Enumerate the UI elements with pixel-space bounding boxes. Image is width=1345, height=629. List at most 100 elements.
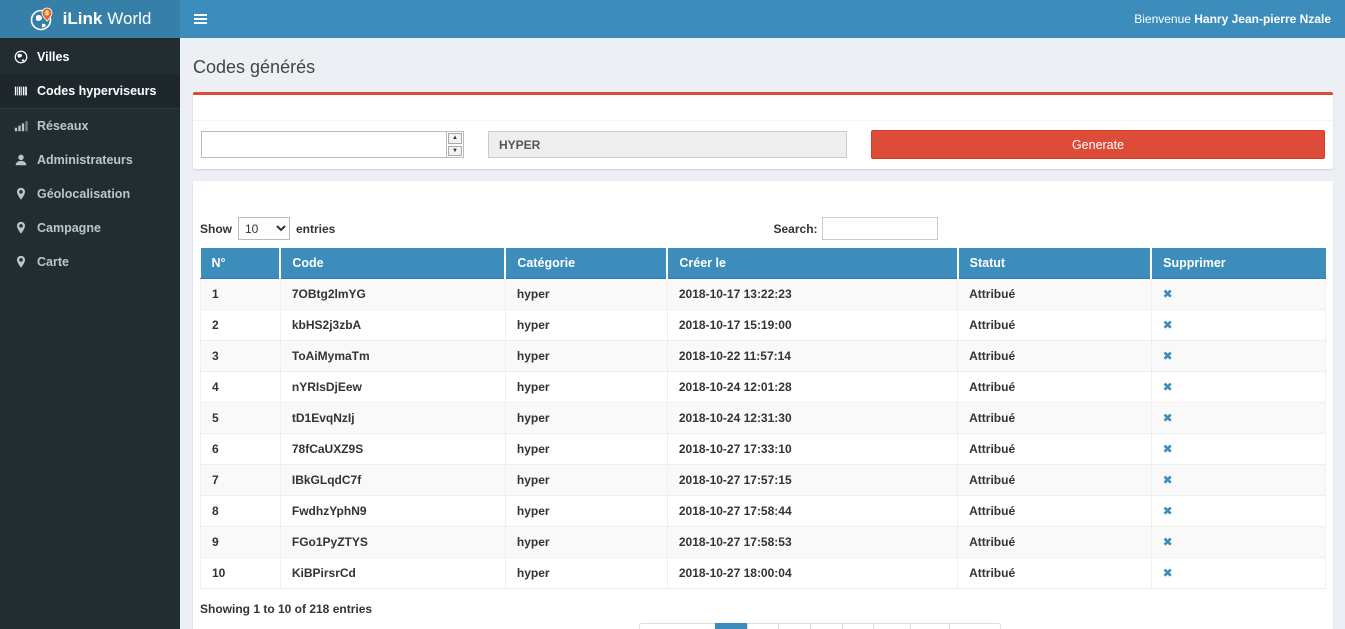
cell-statut: Attribué (958, 496, 1152, 527)
showing-entries-info: Showing 1 to 10 of 218 entries (200, 602, 1326, 616)
globe-icon (14, 50, 28, 64)
welcome-prefix: Bienvenue (1134, 12, 1194, 26)
delete-icon[interactable]: ✖ (1163, 473, 1173, 487)
cell-creer-le: 2018-10-27 17:33:10 (667, 434, 957, 465)
cell-code: 78fCaUXZ9S (280, 434, 505, 465)
column-header-categorie[interactable]: Catégorie (505, 248, 667, 279)
delete-icon[interactable]: ✖ (1163, 504, 1173, 518)
pagination-next-button[interactable]: Next (949, 623, 1001, 629)
delete-icon[interactable]: ✖ (1163, 566, 1173, 580)
cell-creer-le: 2018-10-17 13:22:23 (667, 279, 957, 310)
cell-creer-le: 2018-10-24 12:31:30 (667, 403, 957, 434)
quantity-input[interactable] (202, 132, 446, 157)
sidebar-item-administrateurs[interactable]: Administrateurs (0, 143, 180, 177)
sidebar-item-label: Réseaux (37, 119, 88, 133)
cell-categorie: hyper (505, 403, 667, 434)
cell-creer-le: 2018-10-17 15:19:00 (667, 310, 957, 341)
cell-categorie: hyper (505, 558, 667, 589)
quantity-number-field: ▲ ▼ (201, 131, 464, 158)
cell-statut: Attribué (958, 310, 1152, 341)
column-header-creer-le[interactable]: Créer le (667, 248, 957, 279)
cell-numero: 7 (201, 465, 281, 496)
welcome-message: Bienvenue Hanry Jean-pierre Nzale (1134, 12, 1331, 26)
sidebar: Villes Codes hyperviseurs Réseaux Admini… (0, 38, 180, 629)
column-header-code[interactable]: Code (280, 248, 505, 279)
pagination-page-3[interactable]: 3 (778, 623, 811, 629)
cell-numero: 6 (201, 434, 281, 465)
sidebar-item-label: Villes (37, 50, 69, 64)
page-title: Codes générés (193, 57, 1333, 78)
table-row: 4 nYRIsDjEew hyper 2018-10-24 12:01:28 A… (201, 372, 1326, 403)
pagination-page-5[interactable]: 5 (842, 623, 875, 629)
table-row: 10 KiBPirsrCd hyper 2018-10-27 18:00:04 … (201, 558, 1326, 589)
sidebar-item-villes[interactable]: Villes (0, 40, 180, 74)
cell-creer-le: 2018-10-27 17:57:15 (667, 465, 957, 496)
cell-statut: Attribué (958, 403, 1152, 434)
column-header-statut[interactable]: Statut (958, 248, 1152, 279)
cell-creer-le: 2018-10-27 17:58:44 (667, 496, 957, 527)
map-marker-icon (14, 255, 28, 269)
cell-statut: Attribué (958, 372, 1152, 403)
sidebar-item-geolocalisation[interactable]: Géolocalisation (0, 177, 180, 211)
cell-numero: 8 (201, 496, 281, 527)
cell-creer-le: 2018-10-22 11:57:14 (667, 341, 957, 372)
search-label: Search: (774, 222, 818, 236)
sidebar-toggle-hamburger-icon[interactable] (194, 14, 207, 24)
cell-creer-le: 2018-10-27 17:58:53 (667, 527, 957, 558)
spinner-up-icon[interactable]: ▲ (448, 133, 462, 144)
generate-button[interactable]: Generate (871, 130, 1325, 159)
navbar: Bienvenue Hanry Jean-pierre Nzale (180, 0, 1345, 38)
column-header-numero[interactable]: N° (201, 248, 281, 279)
pagination: Previous 1 2 3 4 5 … 22 Next (257, 623, 1345, 629)
page-length-select[interactable]: 10 (238, 217, 290, 240)
cell-categorie: hyper (505, 372, 667, 403)
pagination-page-2[interactable]: 2 (747, 623, 780, 629)
delete-icon[interactable]: ✖ (1163, 380, 1173, 394)
cell-statut: Attribué (958, 558, 1152, 589)
brand-logo[interactable]: $ iLinkWorld (0, 0, 180, 38)
cell-code: ToAiMymaTm (280, 341, 505, 372)
cell-code: 7OBtg2lmYG (280, 279, 505, 310)
spinner-down-icon[interactable]: ▼ (448, 146, 462, 157)
sidebar-item-label: Campagne (37, 221, 101, 235)
delete-icon[interactable]: ✖ (1163, 442, 1173, 456)
sidebar-item-reseaux[interactable]: Réseaux (0, 109, 180, 143)
cell-code: tD1EvqNzIj (280, 403, 505, 434)
sidebar-item-label: Carte (37, 255, 69, 269)
cell-categorie: hyper (505, 310, 667, 341)
sidebar-item-carte[interactable]: Carte (0, 245, 180, 279)
pagination-page-22[interactable]: 22 (910, 623, 949, 629)
cell-statut: Attribué (958, 527, 1152, 558)
search-input[interactable] (822, 217, 938, 240)
ilink-globe-pin-logo-icon: $ (29, 6, 55, 32)
cell-categorie: hyper (505, 527, 667, 558)
cell-numero: 4 (201, 372, 281, 403)
brand-name-bold: iLink (63, 9, 103, 28)
code-generator-card: ▲ ▼ Generate (193, 92, 1333, 169)
pagination-page-1[interactable]: 1 (715, 623, 748, 629)
table-row: 1 7OBtg2lmYG hyper 2018-10-17 13:22:23 A… (201, 279, 1326, 310)
cell-numero: 3 (201, 341, 281, 372)
table-row: 8 FwdhzYphN9 hyper 2018-10-27 17:58:44 A… (201, 496, 1326, 527)
delete-icon[interactable]: ✖ (1163, 287, 1173, 301)
column-header-supprimer[interactable]: Supprimer (1151, 248, 1325, 279)
category-field[interactable] (488, 131, 847, 158)
cell-statut: Attribué (958, 465, 1152, 496)
table-row: 7 IBkGLqdC7f hyper 2018-10-27 17:57:15 A… (201, 465, 1326, 496)
pagination-previous-button[interactable]: Previous (639, 623, 716, 629)
sidebar-item-label: Administrateurs (37, 153, 133, 167)
cell-code: FGo1PyZTYS (280, 527, 505, 558)
delete-icon[interactable]: ✖ (1163, 318, 1173, 332)
cell-numero: 1 (201, 279, 281, 310)
cell-numero: 9 (201, 527, 281, 558)
cell-categorie: hyper (505, 496, 667, 527)
sidebar-item-campagne[interactable]: Campagne (0, 211, 180, 245)
welcome-user-name: Hanry Jean-pierre Nzale (1194, 12, 1331, 26)
delete-icon[interactable]: ✖ (1163, 535, 1173, 549)
table-header-row: N° Code Catégorie Créer le Statut Suppri… (201, 248, 1326, 279)
main-content: Codes générés ▲ ▼ Generate Show (180, 38, 1345, 629)
delete-icon[interactable]: ✖ (1163, 349, 1173, 363)
sidebar-item-codes-hyperviseurs[interactable]: Codes hyperviseurs (0, 74, 180, 109)
delete-icon[interactable]: ✖ (1163, 411, 1173, 425)
pagination-page-4[interactable]: 4 (810, 623, 843, 629)
